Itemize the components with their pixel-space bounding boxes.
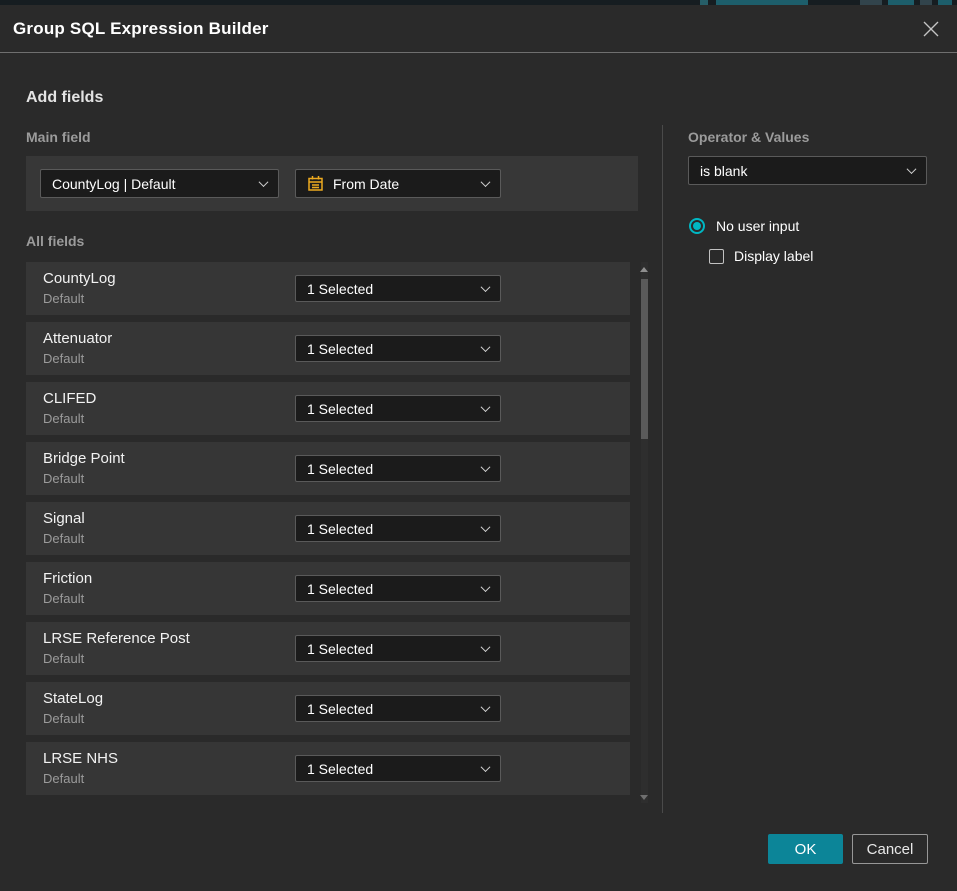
chevron-down-icon: [481, 342, 491, 352]
all-fields-list: CountyLog Default 1 Selected Attenuator …: [26, 262, 630, 802]
chevron-down-icon: [481, 522, 491, 532]
field-selected-value: 1 Selected: [307, 641, 474, 657]
close-button[interactable]: [921, 19, 941, 39]
operator-values-label: Operator & Values: [688, 129, 809, 145]
cancel-button[interactable]: Cancel: [852, 834, 928, 864]
panel-divider: [662, 125, 663, 813]
field-selected-dropdown[interactable]: 1 Selected: [295, 455, 501, 482]
main-field-label: Main field: [26, 129, 91, 145]
fields-scrollbar[interactable]: [641, 262, 648, 803]
field-selected-dropdown[interactable]: 1 Selected: [295, 335, 501, 362]
no-user-input-label: No user input: [716, 218, 799, 234]
field-row: CountyLog Default 1 Selected: [26, 262, 630, 315]
field-row: CLIFED Default 1 Selected: [26, 382, 630, 435]
field-row: Friction Default 1 Selected: [26, 562, 630, 615]
field-name: Signal: [43, 510, 85, 527]
field-type: Default: [43, 471, 84, 486]
operator-value: is blank: [700, 163, 900, 179]
add-fields-heading: Add fields: [26, 89, 103, 107]
field-row: StateLog Default 1 Selected: [26, 682, 630, 735]
field-selected-dropdown[interactable]: 1 Selected: [295, 635, 501, 662]
field-selected-value: 1 Selected: [307, 521, 474, 537]
field-selected-value: 1 Selected: [307, 341, 474, 357]
display-label-label: Display label: [734, 248, 813, 264]
calendar-icon: [307, 175, 324, 192]
sql-expression-builder-dialog: Group SQL Expression Builder Add fields …: [0, 5, 957, 891]
field-name: LRSE NHS: [43, 750, 118, 767]
display-label-checkbox-row[interactable]: Display label: [709, 248, 813, 264]
field-row: Signal Default 1 Selected: [26, 502, 630, 555]
chevron-down-icon: [481, 177, 491, 187]
field-name: Bridge Point: [43, 450, 125, 467]
close-icon: [923, 21, 939, 37]
chevron-down-icon: [481, 462, 491, 472]
scroll-down-arrow-icon[interactable]: [640, 795, 648, 800]
field-type: Default: [43, 291, 84, 306]
field-row: Attenuator Default 1 Selected: [26, 322, 630, 375]
field-type: Default: [43, 531, 84, 546]
checkbox-unchecked-icon[interactable]: [709, 249, 724, 264]
main-field-field-dropdown[interactable]: From Date: [295, 169, 501, 198]
chevron-down-icon: [481, 642, 491, 652]
app-root: Group SQL Expression Builder Add fields …: [0, 0, 957, 891]
field-row: Bridge Point Default 1 Selected: [26, 442, 630, 495]
field-selected-dropdown[interactable]: 1 Selected: [295, 695, 501, 722]
field-name: Attenuator: [43, 330, 112, 347]
field-row: LRSE NHS Default 1 Selected: [26, 742, 630, 795]
field-selected-value: 1 Selected: [307, 401, 474, 417]
field-type: Default: [43, 591, 84, 606]
main-field-source-dropdown[interactable]: CountyLog | Default: [40, 169, 279, 198]
field-selected-value: 1 Selected: [307, 281, 474, 297]
field-type: Default: [43, 711, 84, 726]
field-name: CountyLog: [43, 270, 116, 287]
field-name: CLIFED: [43, 390, 96, 407]
field-name: Friction: [43, 570, 92, 587]
chevron-down-icon: [481, 402, 491, 412]
dialog-title-bar: Group SQL Expression Builder: [0, 5, 957, 53]
field-name: StateLog: [43, 690, 103, 707]
chevron-down-icon: [481, 762, 491, 772]
scroll-up-arrow-icon[interactable]: [640, 267, 648, 272]
field-selected-dropdown[interactable]: 1 Selected: [295, 275, 501, 302]
field-type: Default: [43, 351, 84, 366]
operator-dropdown[interactable]: is blank: [688, 156, 927, 185]
scrollbar-thumb[interactable]: [641, 279, 648, 439]
dialog-title: Group SQL Expression Builder: [13, 19, 269, 39]
field-type: Default: [43, 771, 84, 786]
chevron-down-icon: [481, 702, 491, 712]
radio-selected-icon: [689, 218, 705, 234]
chevron-down-icon: [481, 282, 491, 292]
field-selected-value: 1 Selected: [307, 581, 474, 597]
field-selected-dropdown[interactable]: 1 Selected: [295, 755, 501, 782]
no-user-input-radio[interactable]: No user input: [689, 218, 799, 234]
field-selected-value: 1 Selected: [307, 761, 474, 777]
main-field-field-value: From Date: [333, 176, 474, 192]
chevron-down-icon: [907, 164, 917, 174]
chevron-down-icon: [481, 582, 491, 592]
field-selected-dropdown[interactable]: 1 Selected: [295, 515, 501, 542]
field-selected-dropdown[interactable]: 1 Selected: [295, 395, 501, 422]
main-field-source-value: CountyLog | Default: [52, 176, 252, 192]
chevron-down-icon: [259, 177, 269, 187]
field-row: LRSE Reference Post Default 1 Selected: [26, 622, 630, 675]
field-selected-value: 1 Selected: [307, 461, 474, 477]
ok-button[interactable]: OK: [768, 834, 843, 864]
main-field-panel: CountyLog | Default From Date: [26, 156, 638, 211]
field-selected-value: 1 Selected: [307, 701, 474, 717]
field-type: Default: [43, 411, 84, 426]
field-selected-dropdown[interactable]: 1 Selected: [295, 575, 501, 602]
field-name: LRSE Reference Post: [43, 630, 190, 647]
field-type: Default: [43, 651, 84, 666]
all-fields-label: All fields: [26, 233, 84, 249]
